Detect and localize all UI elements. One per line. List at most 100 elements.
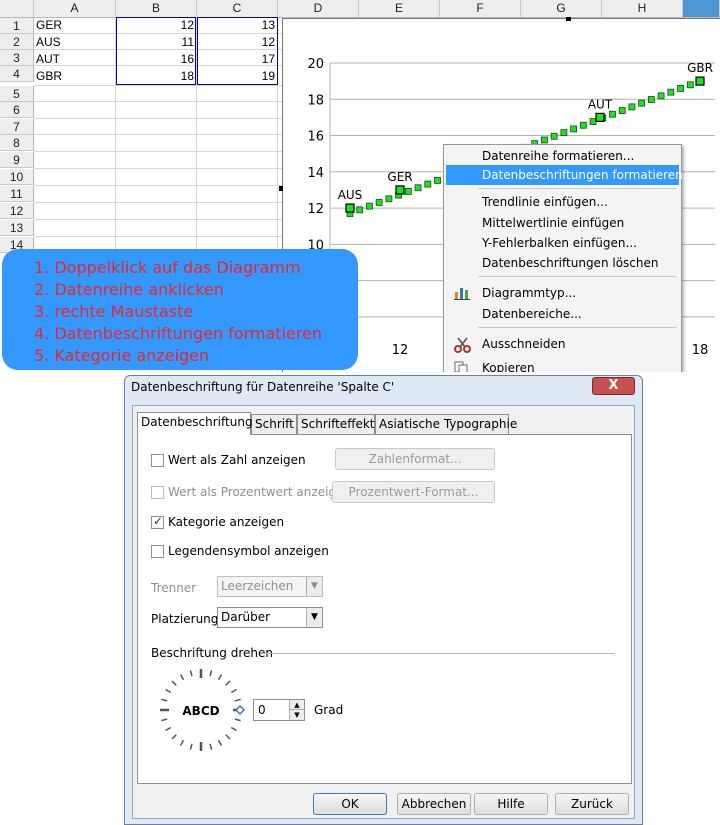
- cell-a3[interactable]: AUT: [34, 51, 115, 67]
- row-header[interactable]: 12: [0, 203, 34, 219]
- cell-a1[interactable]: GER: [34, 17, 115, 33]
- cancel-button[interactable]: Abbrechen: [397, 793, 471, 815]
- y-tick-label: 14: [307, 166, 324, 181]
- tab-font[interactable]: Schrift: [251, 414, 297, 434]
- cell-a2[interactable]: AUS: [34, 34, 115, 50]
- dial-tick: [179, 739, 185, 746]
- column-header-i[interactable]: [683, 0, 720, 18]
- row-header[interactable]: 7: [0, 119, 34, 135]
- menu-item-label: Trendlinie einfügen...: [482, 195, 608, 209]
- instruction-note: 1. Doppelklick auf das Diagramm 2. Daten…: [2, 249, 358, 370]
- dial-tick: [161, 718, 168, 722]
- menu-item-label: Datenbeschriftungen formatieren...: [482, 168, 695, 182]
- row-header[interactable]: 5: [0, 86, 34, 102]
- separator-select[interactable]: Leerzeichen ▼: [217, 576, 323, 597]
- ok-button[interactable]: OK: [313, 793, 387, 815]
- dial-tick: [161, 698, 168, 702]
- section-divider: [262, 653, 615, 654]
- rotation-dial[interactable]: ABCD: [158, 666, 248, 756]
- dial-handle[interactable]: [234, 704, 246, 716]
- menu-item-label: Diagrammtyp...: [482, 286, 577, 300]
- dial-tick: [165, 688, 172, 694]
- back-button[interactable]: Zurück: [555, 793, 629, 815]
- tab-panel: Wert als Zahl anzeigen Zahlenformat... W…: [137, 434, 632, 784]
- column-header-d[interactable]: D: [278, 0, 359, 18]
- show-legend-symbol-checkbox[interactable]: [151, 545, 164, 558]
- chart-type-icon: [454, 286, 470, 300]
- menu-item-label: Datenreihe formatieren...: [482, 149, 635, 163]
- column-header-b[interactable]: B: [116, 0, 197, 18]
- column-header-f[interactable]: F: [440, 0, 521, 18]
- degrees-input[interactable]: 0: [258, 703, 266, 717]
- tab-label: Schrift: [255, 417, 294, 431]
- dial-tick: [179, 674, 185, 681]
- column-header-a[interactable]: A: [34, 0, 116, 18]
- tab-font-effects[interactable]: Schrifteffekt: [297, 414, 375, 434]
- data-point-marker: [434, 177, 441, 184]
- column-header-c[interactable]: C: [197, 0, 278, 18]
- dial-tick: [225, 680, 231, 686]
- row-header[interactable]: 6: [0, 102, 34, 118]
- show-value-percent-checkbox[interactable]: [151, 486, 164, 499]
- spin-up-icon[interactable]: ▲: [289, 700, 304, 710]
- dial-tick: [171, 734, 177, 740]
- dial-tick: [189, 743, 193, 750]
- placement-value: Darüber: [221, 610, 271, 624]
- dial-tick: [217, 674, 223, 681]
- row-header[interactable]: 8: [0, 135, 34, 151]
- data-label: GER: [387, 170, 412, 184]
- data-point-marker: [628, 103, 636, 111]
- menu-item-chart-type[interactable]: Diagrammtyp...: [446, 283, 679, 303]
- cell-a4[interactable]: GBR: [34, 68, 115, 84]
- spin-down-icon[interactable]: ▼: [289, 710, 304, 720]
- percent-format-button[interactable]: Prozentwert-Format...: [332, 481, 495, 503]
- menu-item-format-data-labels[interactable]: Datenbeschriftungen formatieren...: [446, 165, 694, 185]
- menu-item-insert-y-error-bars[interactable]: Y-Fehlerbalken einfügen...: [446, 233, 679, 253]
- menu-item-insert-mean-line[interactable]: Mittelwertlinie einfügen: [446, 213, 679, 233]
- menu-item-copy[interactable]: Kopieren: [446, 358, 679, 372]
- row-header[interactable]: 2: [0, 34, 34, 50]
- data-point-marker: [550, 132, 558, 140]
- close-button[interactable]: X: [592, 377, 635, 395]
- show-category-checkbox[interactable]: [151, 514, 164, 529]
- row-header[interactable]: 10: [0, 169, 34, 185]
- help-button[interactable]: Hilfe: [474, 793, 548, 815]
- menu-item-data-ranges[interactable]: Datenbereiche...: [446, 304, 679, 324]
- row-header[interactable]: 9: [0, 152, 34, 168]
- row-header[interactable]: 13: [0, 220, 34, 236]
- selection-handle[interactable]: [279, 186, 283, 191]
- selection-handle[interactable]: [566, 17, 571, 21]
- data-label: GBR: [687, 61, 713, 75]
- row-header[interactable]: 11: [0, 186, 34, 202]
- placement-select[interactable]: Darüber ▼: [217, 607, 323, 628]
- show-value-number-checkbox[interactable]: [151, 454, 164, 467]
- tab-asian-typography[interactable]: Asiatische Typographie: [375, 414, 517, 434]
- row-header[interactable]: 4: [0, 66, 34, 82]
- menu-item-delete-data-labels[interactable]: Datenbeschriftungen löschen: [446, 253, 679, 273]
- column-header-h[interactable]: H: [602, 0, 683, 18]
- tab-data-labels[interactable]: Datenbeschriftung: [137, 412, 253, 435]
- menu-item-label: Y-Fehlerbalken einfügen...: [482, 236, 637, 250]
- row-header[interactable]: 1: [0, 18, 34, 34]
- dial-tick: [234, 698, 241, 702]
- menu-item-format-series[interactable]: Datenreihe formatieren...: [446, 146, 679, 166]
- x-tick-label: 18: [692, 343, 709, 358]
- column-header-g[interactable]: G: [521, 0, 602, 18]
- menu-item-label: Mittelwertlinie einfügen: [482, 216, 625, 230]
- row-header[interactable]: 3: [0, 50, 34, 66]
- instruction-step: 2. Datenreihe anklicken: [34, 280, 224, 299]
- column-header-e[interactable]: E: [359, 0, 440, 18]
- data-labels-dialog: Datenbeschriftung für Datenreihe 'Spalte…: [124, 375, 643, 825]
- y-tick-label: 16: [307, 130, 324, 145]
- dial-tick: [171, 680, 177, 686]
- data-point-marker: [618, 107, 626, 114]
- data-point-marker: [404, 188, 412, 195]
- degrees-spinbox[interactable]: 0 ▲ ▼: [253, 699, 305, 721]
- menu-item-insert-trendline[interactable]: Trendlinie einfügen...: [446, 192, 679, 212]
- menu-item-cut[interactable]: Ausschneiden: [446, 334, 679, 354]
- corner-header[interactable]: [0, 0, 34, 18]
- data-range-highlight-b: [116, 17, 196, 85]
- selected-point-marker: [595, 112, 605, 123]
- number-format-button[interactable]: Zahlenformat...: [335, 448, 495, 470]
- separator-label: Trenner: [151, 581, 197, 595]
